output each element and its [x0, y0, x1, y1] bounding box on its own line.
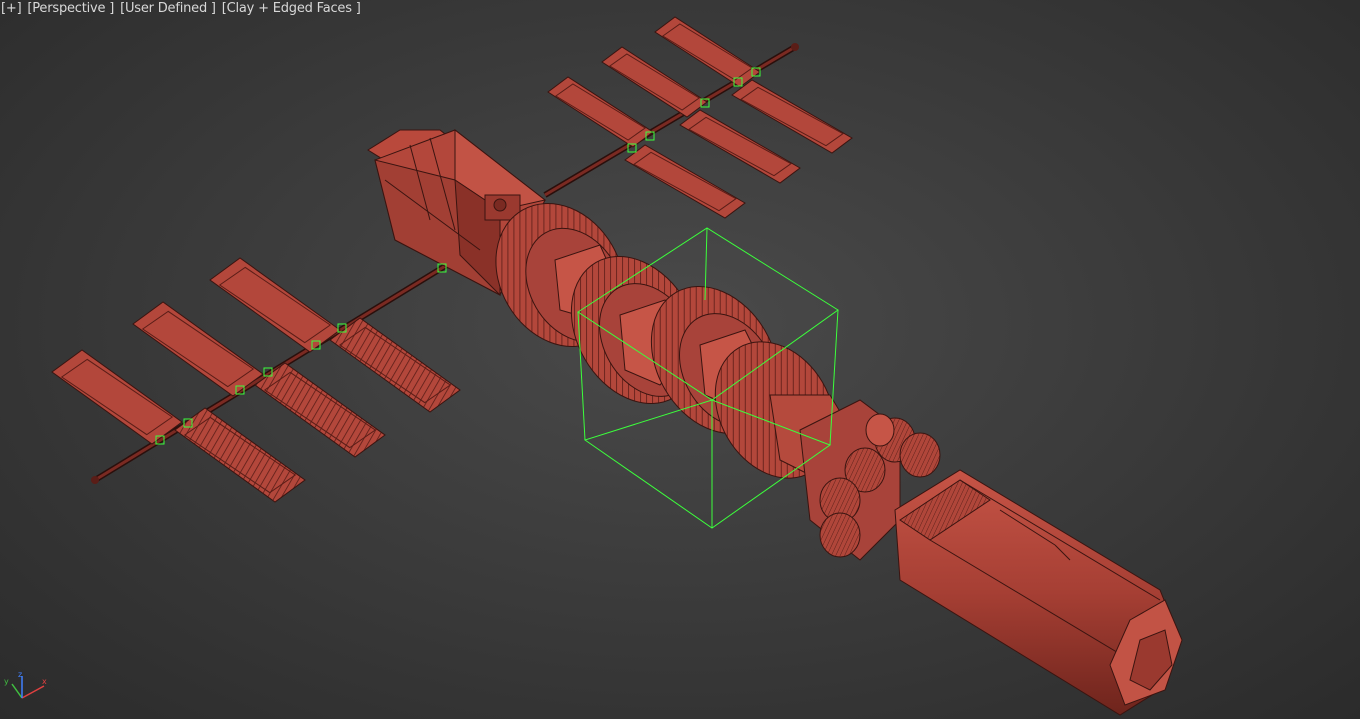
- scene-canvas[interactable]: [0, 0, 1360, 719]
- viewport-menu-plus[interactable]: [+]: [0, 1, 22, 19]
- viewport-menu-view[interactable]: [Perspective ]: [26, 1, 115, 19]
- solar-panel-left-5[interactable]: [254, 362, 386, 458]
- solar-panel-left-1[interactable]: [51, 349, 183, 445]
- solar-panel-right-3[interactable]: [654, 16, 761, 88]
- axis-z-label: z: [18, 672, 22, 679]
- tank-module[interactable]: [894, 469, 1183, 716]
- axis-tripod-icon: x y z: [4, 672, 47, 699]
- axis-y-label: y: [4, 677, 9, 686]
- viewport-menu-preset[interactable]: [User Defined ]: [119, 1, 217, 19]
- axis-x-label: x: [42, 677, 47, 686]
- solar-panel-right-2[interactable]: [601, 46, 708, 118]
- solar-panel-left-2[interactable]: [132, 301, 264, 397]
- solar-panel-right-4[interactable]: [624, 144, 746, 219]
- solar-array-right[interactable]: [547, 16, 853, 219]
- solar-panel-left-3[interactable]: [209, 257, 341, 353]
- perspective-viewport[interactable]: [+] [Perspective ] [User Defined ] [Clay…: [0, 0, 1360, 719]
- solar-panel-right-1[interactable]: [547, 76, 654, 148]
- solar-panel-left-6[interactable]: [329, 317, 461, 413]
- viewport-menu-shading[interactable]: [Clay + Edged Faces ]: [221, 1, 362, 19]
- solar-panel-left-4[interactable]: [174, 407, 306, 503]
- viewport-label-bar: [+] [Perspective ] [User Defined ] [Clay…: [0, 1, 362, 19]
